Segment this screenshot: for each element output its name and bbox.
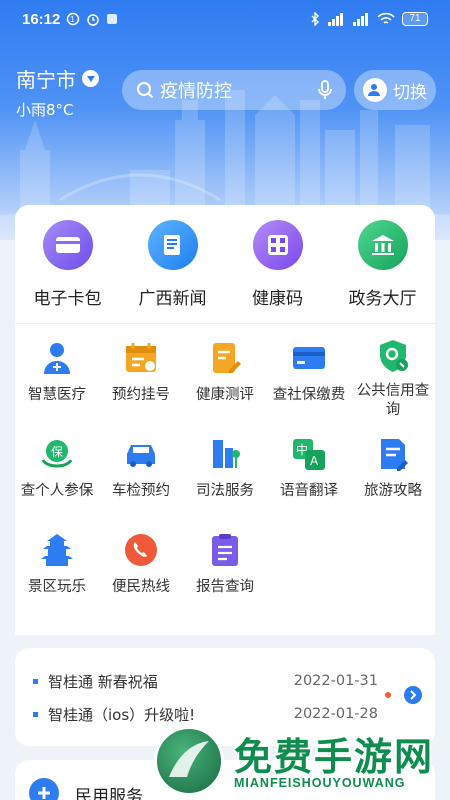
- microphone-icon[interactable]: [318, 80, 332, 100]
- watermark-subtitle: MIANFEISHOUYOUWANG: [234, 776, 406, 790]
- unread-indicator: [385, 692, 391, 698]
- translate-icon: 中A: [289, 434, 329, 474]
- watermark-title: 免费手游网: [234, 735, 435, 779]
- credit-card-icon: [289, 338, 329, 378]
- signal-icon: [328, 12, 343, 26]
- svg-text:1: 1: [70, 15, 75, 24]
- service-voice-translate[interactable]: 中A 语音翻译: [267, 434, 351, 516]
- quick-action-gov-hall[interactable]: 政务大厅: [330, 220, 435, 320]
- service-credit-query[interactable]: 公共信用查询: [351, 338, 435, 420]
- service-health-evaluation[interactable]: 健康测评: [183, 338, 267, 420]
- search-placeholder: 疫情防控: [160, 81, 232, 102]
- report-icon: [205, 530, 245, 570]
- status-bar: 16:12 1 71: [0, 0, 450, 40]
- search-icon: [137, 82, 154, 99]
- services-grid: 智慧医疗 预约挂号 健康测评 查社保缴费 公共信用查询 保 查个人参保 车检预约…: [15, 338, 435, 612]
- svg-text:A: A: [310, 454, 319, 468]
- doctor-icon: [37, 338, 77, 378]
- insurance-icon: 保: [37, 434, 77, 474]
- service-smart-medical[interactable]: 智慧医疗: [15, 338, 99, 420]
- quick-actions-row: 电子卡包 广西新闻 健康码 政务大厅: [15, 220, 435, 320]
- wifi-icon: [377, 12, 395, 24]
- government-hall-icon: [357, 220, 408, 270]
- location-selector[interactable]: 南宁市 小雨8°C: [16, 64, 99, 120]
- calendar-icon: [121, 338, 161, 378]
- service-judicial[interactable]: 司法服务: [183, 434, 267, 516]
- quick-action-health-code[interactable]: 健康码: [225, 220, 330, 320]
- more-news-button[interactable]: [404, 686, 422, 704]
- weather-info: 小雨8°C: [16, 101, 74, 119]
- quick-action-card-wallet[interactable]: 电子卡包: [15, 220, 120, 320]
- search-input[interactable]: 疫情防控: [122, 70, 346, 110]
- status-time: 16:12: [22, 11, 61, 28]
- pagoda-icon: [37, 530, 77, 570]
- service-travel-guide[interactable]: 旅游攻略: [351, 434, 435, 516]
- bullet-icon: [33, 678, 38, 684]
- chevron-right-icon: [410, 690, 417, 700]
- news-item[interactable]: 智桂通 新春祝福 2022-01-31: [33, 669, 378, 693]
- city-name: 南宁市: [16, 68, 76, 92]
- travel-guide-icon: [373, 434, 413, 474]
- signal-icon-2: [353, 12, 368, 26]
- clipboard-edit-icon: [205, 338, 245, 378]
- sim-icon: 1: [66, 12, 80, 26]
- bluetooth-icon: [311, 12, 319, 26]
- quick-action-news[interactable]: 广西新闻: [120, 220, 225, 320]
- switch-label: 切换: [393, 82, 427, 103]
- bullet-icon: [33, 711, 38, 717]
- battery-indicator: 71: [402, 12, 428, 26]
- service-vehicle-inspection[interactable]: 车检预约: [99, 434, 183, 516]
- qr-code-icon: [252, 220, 303, 270]
- watermark: 免费手游网 MIANFEISHOUYOUWANG: [150, 722, 450, 800]
- service-scenic-spots[interactable]: 景区玩乐: [15, 530, 99, 612]
- card-wallet-icon: [42, 220, 93, 270]
- plus-icon: [29, 778, 59, 800]
- section-title: 民用服务: [75, 787, 143, 800]
- svg-text:保: 保: [51, 445, 63, 459]
- service-social-security-payment[interactable]: 查社保缴费: [267, 338, 351, 420]
- news-icon: [147, 220, 198, 270]
- notification-icon: [107, 14, 117, 24]
- services-grid-panel: 智慧医疗 预约挂号 健康测评 查社保缴费 公共信用查询 保 查个人参保 车检预约…: [15, 323, 435, 635]
- shield-search-icon: [373, 338, 413, 374]
- phone-icon: [121, 530, 161, 570]
- alarm-icon: [87, 14, 99, 26]
- service-report-query[interactable]: 报告查询: [183, 530, 267, 612]
- chevron-down-icon: [82, 70, 99, 87]
- switch-account-button[interactable]: 切换: [354, 70, 436, 110]
- courthouse-icon: [205, 434, 245, 474]
- watermark-logo-icon: [154, 726, 224, 796]
- service-appointment[interactable]: 预约挂号: [99, 338, 183, 420]
- main-services-card: 电子卡包 广西新闻 健康码 政务大厅 智慧医疗 预约挂号 健康测评 查社保缴费 …: [15, 205, 435, 635]
- service-hotline[interactable]: 便民热线: [99, 530, 183, 612]
- car-icon: [121, 434, 161, 474]
- service-personal-insurance[interactable]: 保 查个人参保: [15, 434, 99, 516]
- user-switch-icon: [363, 78, 387, 102]
